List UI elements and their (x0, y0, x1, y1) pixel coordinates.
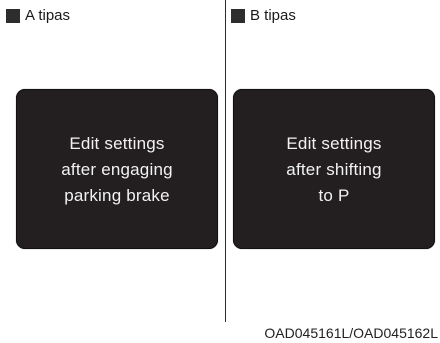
black-square-marker-icon (6, 9, 20, 23)
figure-code-caption: OAD045161L/OAD045162L (264, 325, 438, 341)
display-message-a: Edit settings after engaging parking bra… (61, 134, 173, 205)
vertical-divider (225, 0, 226, 322)
panel-type-b: B tipas Edit settings after shifting to … (227, 0, 440, 343)
type-b-heading: B tipas (231, 7, 296, 25)
black-square-marker-icon (231, 9, 245, 23)
panel-type-a: A tipas Edit settings after engaging par… (0, 0, 226, 343)
cluster-display-b: Edit settings after shifting to P (233, 89, 435, 249)
display-message-b: Edit settings after shifting to P (286, 134, 382, 205)
type-a-heading: A tipas (6, 7, 70, 25)
type-a-label: A tipas (25, 7, 71, 24)
cluster-display-a: Edit settings after engaging parking bra… (16, 89, 218, 249)
type-b-label: B tipas (250, 7, 296, 24)
